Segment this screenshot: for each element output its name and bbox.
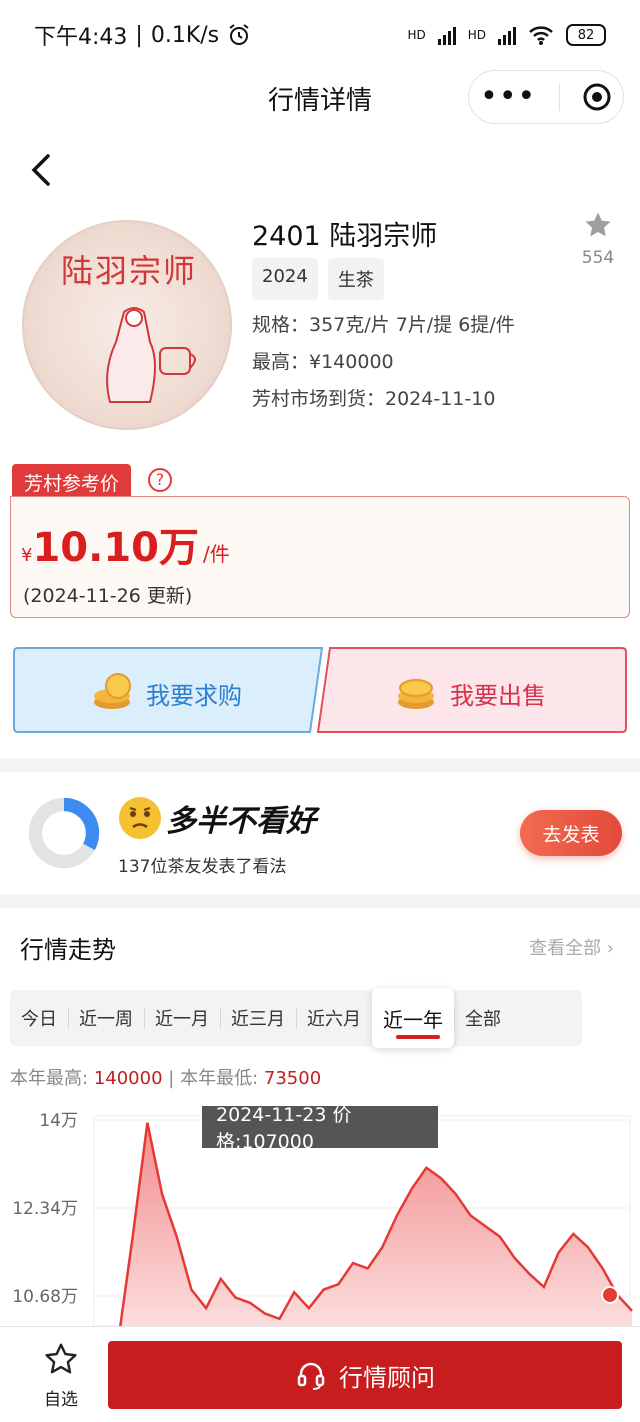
price-line: ¥ 10.10万 /件 [21,515,230,573]
more-icon[interactable]: ••• [480,82,536,112]
watchlist-label: 自选 [44,1390,78,1410]
highlight-point[interactable] [601,1285,619,1304]
battery-indicator: 82 [566,24,606,46]
section-divider-2 [0,894,640,908]
y-tick-label: 14万 [39,1111,78,1131]
cake-wrapper-text: 陆羽宗师 [60,252,197,290]
year-high-label: 本年最高: [10,1068,89,1089]
alarm-icon [229,24,249,45]
reference-price: 10.10万 [32,525,199,571]
sell-button[interactable]: 我要出售 [316,646,628,734]
signal-hd-label: HD [407,28,426,42]
range-month[interactable]: 近一月 [144,990,220,1046]
back-icon[interactable] [22,150,62,190]
buy-label: 我要求购 [146,682,242,710]
range-6months[interactable]: 近六月 [296,990,372,1046]
bottom-bar: 自选 行情顾问 [0,1326,640,1422]
reference-price-box: ¥ 10.10万 /件 (2024-11-26 更新) [10,496,630,618]
capsule-divider [558,83,560,111]
watchlist-button[interactable]: 自选 [36,1341,86,1410]
status-time: 下午4:43 [34,25,128,50]
product-highest: 最高：¥140000 [252,351,394,373]
product-image[interactable]: 陆羽宗师 [22,220,232,430]
signal-hd-label-2: HD [467,28,486,42]
view-all-link[interactable]: 查看全部 › [529,934,614,960]
status-bar: 下午4:43 | 0.1K/s HD HD 82 [0,0,640,70]
sentiment-subtitle: 137位茶友发表了看法 [118,857,287,877]
update-date: (2024-11-26 更新) [23,585,193,607]
star-icon [585,212,611,237]
status-left: 下午4:43 | 0.1K/s [34,19,251,51]
headset-icon [297,1362,325,1390]
range-week[interactable]: 近一周 [68,990,144,1046]
wifi-icon [529,26,553,45]
post-opinion-button[interactable]: 去发表 [520,810,622,856]
trend-title: 行情走势 [20,936,116,964]
product-arrival: 芳村市场到货：2024-11-10 [252,388,496,410]
star-count: 554 [581,248,615,268]
frown-emoji-icon [119,797,161,839]
nav-bar: 行情详情 ••• [0,70,640,126]
product-tags: 2024 生茶 [252,258,384,300]
stats-divider: | [168,1068,175,1089]
sentiment-title: 多半不看好 [166,804,316,839]
page-title: 行情详情 [267,85,372,116]
chart-tooltip: 2024-11-23 价格:107000 [202,1104,438,1153]
advisor-label: 行情顾问 [339,1363,435,1392]
year-stats: 本年最高: 140000 | 本年最低: 73500 [10,1064,321,1090]
year-low-label: 本年最低: [180,1068,259,1089]
year-high-value: 140000 [93,1068,163,1089]
range-today[interactable]: 今日 [10,990,68,1046]
y-tick-label: 10.68万 [12,1287,78,1307]
sentiment-panel: 多半不看好 137位茶友发表了看法 去发表 [0,772,640,894]
buy-request-button[interactable]: 我要求购 [12,646,324,734]
year-low-value: 73500 [263,1068,322,1089]
app-root: 下午4:43 | 0.1K/s HD HD 82 行情详情 ••• 陆羽宗师 2… [0,0,640,1422]
y-tick-label: 12.34万 [12,1199,78,1219]
signal-icon-2 [498,25,516,45]
sell-label: 我要出售 [450,682,546,710]
currency-symbol: ¥ [21,545,33,566]
status-divider: | [135,22,143,48]
product-spec: 规格：357克/片 7片/提 6提/件 [252,314,515,336]
range-all[interactable]: 全部 [454,990,512,1046]
signal-icon [437,25,456,45]
mini-program-capsule: ••• [468,70,624,124]
coin-stack-icon-2 [398,679,434,709]
sentiment-donut-chart [28,797,100,869]
price-unit: /件 [202,542,230,566]
star-outline-icon [45,1343,77,1374]
section-divider [0,758,640,772]
range-year[interactable]: 近一年 [372,988,454,1048]
product-name: 2401 陆羽宗师 [252,221,438,252]
tooltip-text: 2024-11-23 价格:107000 [216,1104,352,1153]
product-card: 陆羽宗师 2401 陆羽宗师 2024 生茶 规格：357克/片 7片/提 6提… [0,200,640,440]
favorite-count[interactable]: 554 [576,210,620,268]
close-miniprogram-icon[interactable] [582,82,612,112]
status-right: HD HD 82 [407,24,606,46]
range-3months[interactable]: 近三月 [220,990,296,1046]
tag-year: 2024 [252,258,318,300]
range-selector: 今日 近一周 近一月 近三月 近六月 近一年 全部 [10,988,582,1048]
status-speed: 0.1K/s [150,22,220,48]
cake-teapot-illustration [159,347,196,375]
help-icon[interactable]: ? [148,468,172,492]
reference-price-tab: 芳村参考价 [12,464,132,498]
market-advisor-button[interactable]: 行情顾问 [108,1341,622,1409]
tag-type: 生茶 [327,258,384,300]
coin-stack-icon [94,673,131,709]
